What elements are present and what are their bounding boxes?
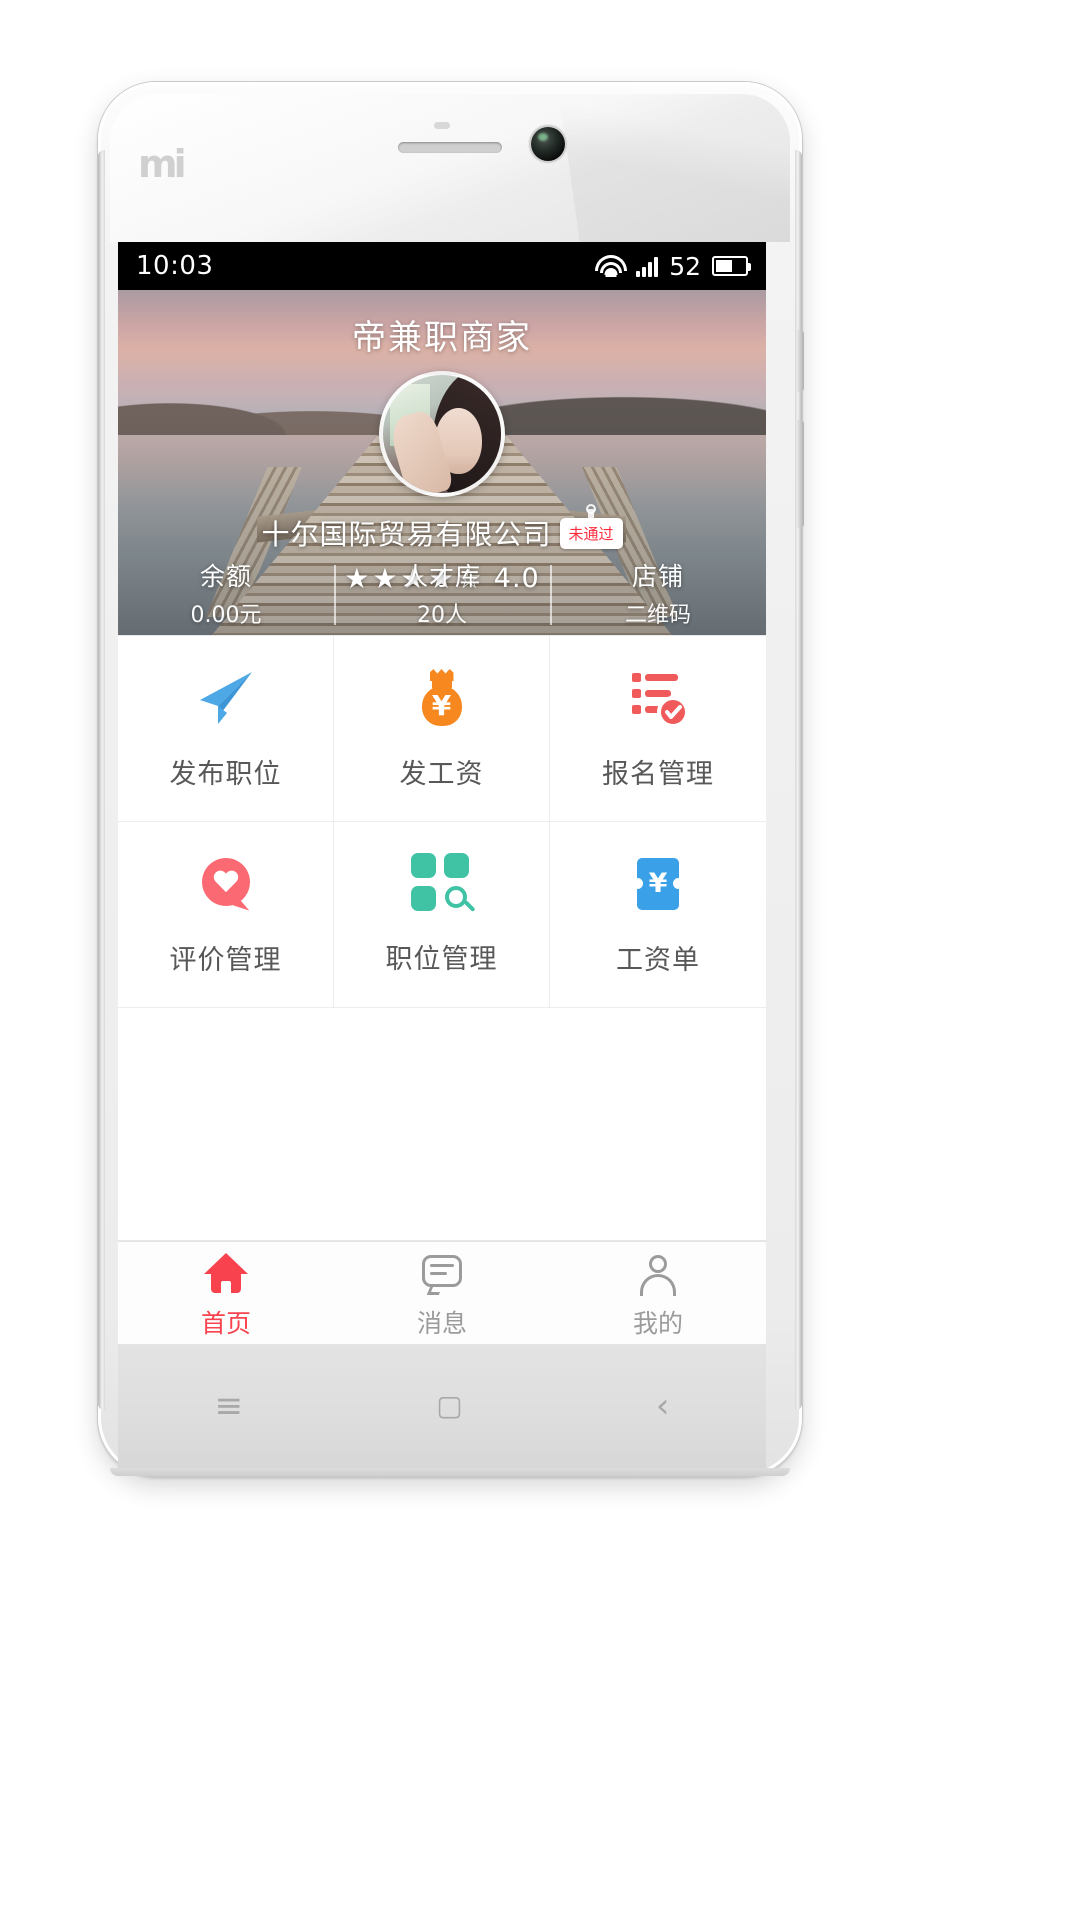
tab-home[interactable]: 首页	[118, 1242, 334, 1344]
grid-menu: 发布职位 ¥ 发工资 报名管理 评价管理 职位管理 ¥ 工资单	[118, 635, 766, 1008]
nav-back-button[interactable]: ‹	[656, 1389, 670, 1423]
menu-label-review-manage: 评价管理	[169, 945, 282, 976]
sensor-dot	[434, 122, 450, 129]
grid-search-icon	[410, 853, 476, 915]
android-nav-bar: ≡ ▢ ‹	[118, 1344, 766, 1468]
signup-list-icon	[626, 666, 690, 730]
profile-header: 帝兼职商家 十尔国际贸易有限公司 未通过 ★ ★ ★ ★ ☆ 4.0 余额 0.…	[118, 290, 766, 635]
nav-menu-button[interactable]: ≡	[215, 1389, 244, 1423]
menu-item-review-manage[interactable]: 评价管理	[118, 822, 334, 1008]
avatar[interactable]	[379, 371, 505, 497]
menu-label-publish-job: 发布职位	[169, 759, 282, 790]
content-empty-area	[118, 1008, 766, 1241]
earpiece-speaker	[398, 142, 502, 153]
tab-profile[interactable]: 我的	[550, 1242, 766, 1344]
stat-shop-label: 店铺	[631, 562, 684, 591]
tab-messages-label: 消息	[416, 1308, 467, 1338]
camera-glint	[538, 133, 548, 141]
front-camera-icon	[531, 127, 565, 161]
page-title: 帝兼职商家	[352, 318, 532, 358]
mi-logo: mi	[138, 142, 187, 186]
menu-item-payslip[interactable]: ¥ 工资单	[550, 822, 766, 1008]
menu-label-pay-salary: 发工资	[399, 759, 484, 790]
signal-bars-icon	[636, 255, 659, 277]
tab-messages[interactable]: 消息	[334, 1242, 550, 1344]
menu-item-pay-salary[interactable]: ¥ 发工资	[334, 636, 550, 822]
menu-label-job-manage: 职位管理	[385, 944, 498, 975]
menu-item-signup-manage[interactable]: 报名管理	[550, 636, 766, 822]
heart-bubble-icon	[194, 852, 258, 916]
message-icon	[419, 1253, 465, 1295]
bottom-tab-bar: 首页 消息 我的	[118, 1241, 766, 1344]
phone-top-bezel: mi	[110, 94, 790, 242]
stat-talent-pool-label: 人才库	[402, 562, 481, 591]
payslip-card-icon: ¥	[626, 852, 690, 916]
tab-home-label: 首页	[200, 1308, 251, 1338]
menu-item-publish-job[interactable]: 发布职位	[118, 636, 334, 822]
status-bar: 10:03 52	[118, 242, 766, 290]
phone-screen: 10:03 52 帝兼职商家 十尔国际贸易有限公司 未通过 ★ ★ ★ ★ ☆ …	[118, 242, 766, 1344]
wifi-icon	[595, 255, 628, 277]
stat-balance-label: 余额	[199, 562, 252, 591]
nav-home-button[interactable]: ▢	[436, 1392, 462, 1420]
volume-button[interactable]	[797, 420, 804, 528]
phone-bottom-chin	[110, 1468, 790, 1476]
stat-shop-qrcode[interactable]: 店铺 二维码	[550, 551, 766, 635]
status-time: 10:03	[136, 251, 214, 281]
menu-label-payslip: 工资单	[616, 945, 700, 976]
money-bag-icon: ¥	[410, 666, 474, 730]
company-row: 十尔国际贸易有限公司 未通过	[118, 513, 766, 553]
power-button[interactable]	[797, 330, 804, 392]
stat-talent-pool-value: 20人	[417, 603, 467, 628]
home-icon	[203, 1252, 249, 1295]
phone-edge-left	[98, 150, 105, 1410]
tab-profile-label: 我的	[632, 1308, 683, 1338]
paper-plane-icon	[194, 666, 258, 730]
menu-item-job-manage[interactable]: 职位管理	[334, 822, 550, 1008]
status-icons: 52	[595, 251, 751, 281]
stat-talent-pool[interactable]: 人才库 20人	[334, 551, 550, 635]
company-name: 十尔国际贸易有限公司	[261, 518, 552, 551]
bezel-sheen	[553, 94, 790, 242]
person-icon	[635, 1253, 681, 1296]
stat-balance-value: 0.00元	[190, 603, 262, 628]
stats-row: 余额 0.00元 人才库 20人 店铺 二维码	[118, 551, 766, 635]
menu-label-signup-manage: 报名管理	[602, 759, 714, 790]
stat-shop-value: 二维码	[624, 603, 691, 628]
stat-balance[interactable]: 余额 0.00元	[118, 551, 334, 635]
battery-percent: 52	[669, 251, 701, 281]
status-badge[interactable]: 未通过	[559, 517, 623, 549]
battery-icon	[712, 256, 751, 276]
